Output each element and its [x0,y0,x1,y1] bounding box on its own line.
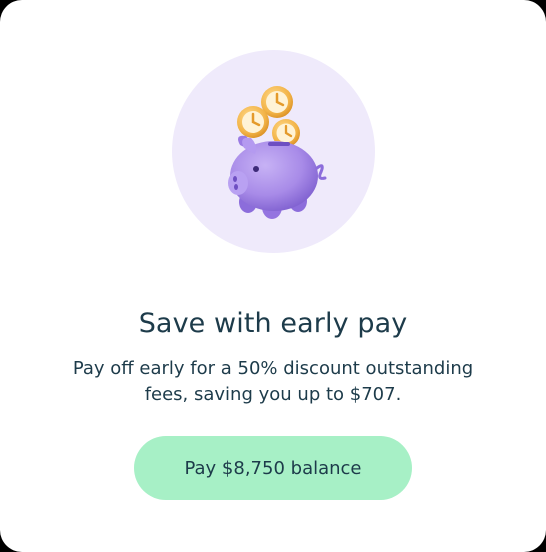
piggy-bank-icon [228,86,327,219]
illustration-circle [172,50,375,253]
pay-balance-button[interactable]: Pay $8,750 balance [134,436,412,500]
early-pay-card: Save with early pay Pay off early for a … [0,0,546,552]
card-title: Save with early pay [138,308,408,339]
coin-icon [237,106,269,138]
card-description: Pay off early for a 50% discount outstan… [72,358,474,405]
